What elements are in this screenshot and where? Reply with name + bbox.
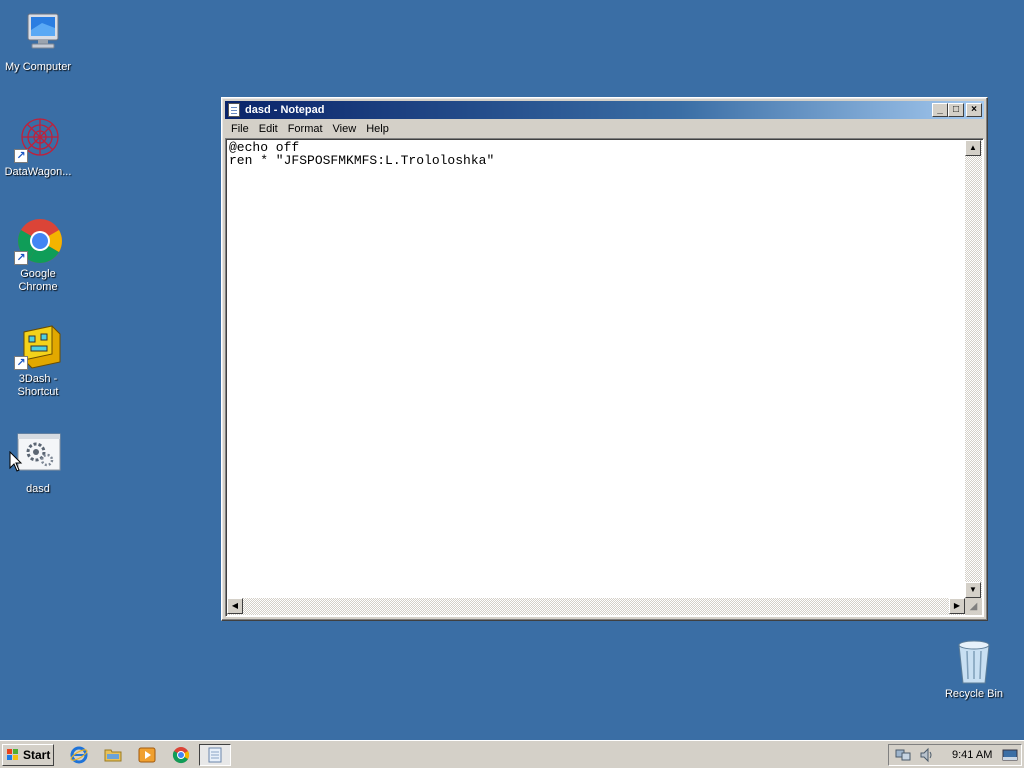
horizontal-scrollbar[interactable]: ◀ ▶ (227, 598, 965, 615)
menu-view[interactable]: View (328, 120, 362, 138)
menu-file[interactable]: File (226, 120, 254, 138)
desktop-icon-my-computer[interactable]: My Computer (0, 10, 76, 74)
menu-help[interactable]: Help (361, 120, 394, 138)
minimize-button[interactable]: _ (932, 103, 948, 117)
title-bar[interactable]: dasd - Notepad _ □ × (225, 101, 984, 119)
menu-bar: File Edit Format View Help (225, 120, 984, 138)
shortcut-arrow-icon: ↗ (14, 251, 28, 265)
datawagon-icon: ↗ (14, 115, 62, 163)
clock[interactable]: 9:41 AM (952, 745, 992, 765)
recycle-bin-icon (950, 637, 998, 685)
my-computer-icon (14, 10, 62, 58)
menu-format[interactable]: Format (283, 120, 328, 138)
vertical-scrollbar[interactable]: ▲ ▼ (965, 140, 982, 598)
mouse-cursor-icon (9, 451, 23, 472)
maximize-button[interactable]: □ (948, 103, 964, 117)
file-explorer-icon[interactable] (104, 746, 122, 764)
3dash-icon: ↗ (14, 322, 62, 370)
desktop-icon-label: DataWagon... (4, 166, 72, 178)
menu-edit[interactable]: Edit (254, 120, 283, 138)
windows-flag-icon (7, 749, 19, 761)
resize-grip-icon[interactable]: ◢ (965, 598, 982, 615)
scroll-down-button[interactable]: ▼ (965, 582, 981, 598)
scroll-up-button[interactable]: ▲ (965, 140, 981, 156)
scroll-right-button[interactable]: ▶ (949, 598, 965, 614)
taskbar: Start 9:41 AM (0, 740, 1024, 768)
notepad-taskbar-icon (208, 747, 222, 763)
system-tray: 9:41 AM (888, 744, 1022, 766)
start-button[interactable]: Start (2, 744, 54, 766)
taskbar-notepad-button[interactable] (199, 744, 231, 766)
desktop-icon-google-chrome[interactable]: ↗ Google Chrome (0, 217, 76, 294)
desktop-icon-3dash[interactable]: ↗ 3Dash - Shortcut (0, 322, 76, 399)
desktop-icon-label: 3Dash - Shortcut (17, 373, 59, 398)
notepad-icon (228, 103, 240, 117)
notepad-window[interactable]: dasd - Notepad _ □ × File Edit Format View H… (221, 97, 988, 621)
window-title: dasd - Notepad (245, 104, 325, 116)
network-icon[interactable] (895, 747, 911, 763)
internet-explorer-icon[interactable] (70, 746, 88, 764)
desktop-icon-label: My Computer (4, 61, 72, 73)
desktop-icon-datawagon[interactable]: ↗ DataWagon... (0, 115, 76, 179)
shortcut-arrow-icon: ↗ (14, 149, 28, 163)
chrome-icon: ↗ (14, 217, 62, 265)
show-desktop-icon[interactable] (1002, 747, 1018, 763)
document-text[interactable]: @echo off ren * "JFSPOSFMKMFS:L.Trololos… (229, 141, 963, 596)
volume-icon[interactable] (919, 747, 935, 763)
desktop-icon-label: dasd (26, 483, 50, 495)
chrome-taskbar-icon[interactable] (172, 746, 190, 764)
scroll-left-button[interactable]: ◀ (227, 598, 243, 614)
close-button[interactable]: × (966, 103, 982, 117)
start-label: Start (23, 748, 51, 762)
shortcut-arrow-icon: ↗ (14, 356, 28, 370)
text-editor[interactable]: @echo off ren * "JFSPOSFMKMFS:L.Trololos… (225, 138, 984, 617)
desktop-icon-recycle-bin[interactable]: Recycle Bin (936, 637, 1012, 701)
desktop-icon-label: Google Chrome (18, 268, 58, 293)
media-player-icon[interactable] (138, 746, 156, 764)
desktop-icon-label: Recycle Bin (944, 688, 1004, 700)
